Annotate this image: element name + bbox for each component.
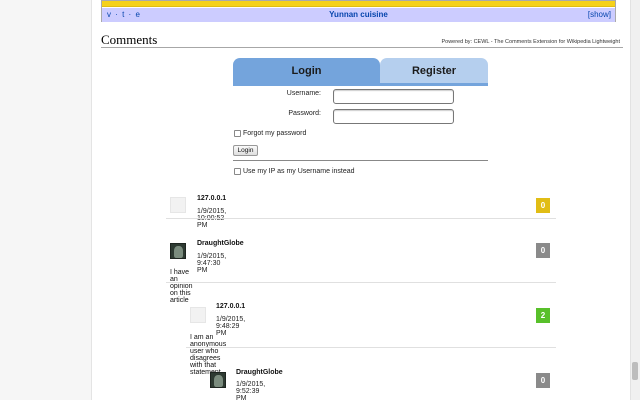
comment-score-badge[interactable]: 2 [536,308,550,323]
comment-score-badge[interactable]: 0 [536,198,550,213]
comment-text: I am an anonymous user who disagrees wit… [190,334,227,376]
comment-author[interactable]: DraughtGlobe [236,369,283,376]
avatar [170,243,186,259]
powered-by-text: Powered by: CEWL - The Comments Extensio… [441,39,620,45]
tab-register[interactable]: Register [380,58,488,84]
tab-login[interactable]: Login [233,58,380,84]
password-input[interactable] [333,109,454,124]
left-sidebar-background [0,0,92,400]
password-label: Password: [288,110,321,117]
forgot-password-checkbox[interactable] [234,130,241,137]
username-label: Username: [286,90,321,97]
use-ip-label[interactable]: Use my IP as my Username instead [243,168,355,175]
comment-timestamp: 1/9/2015, 9:52:39 PM [236,381,266,400]
comment-score-badge[interactable]: 0 [536,243,550,258]
navbox-title-link[interactable]: Yunnan cuisine [102,10,615,19]
comment-divider [186,347,556,348]
sidebar-divider [91,0,92,400]
use-ip-checkbox[interactable] [234,168,241,175]
avatar [190,307,206,323]
avatar-figure [174,246,183,258]
comment-text: I have an opinion on this article [170,269,193,304]
login-button[interactable]: Login [233,145,258,156]
avatar [170,197,186,213]
forgot-password-label[interactable]: Forgot my password [243,130,306,137]
avatar-figure [214,375,223,387]
navbox-show-toggle[interactable]: [show] [588,10,611,19]
comment-author[interactable]: 127.0.0.1 [216,303,245,310]
username-input[interactable] [333,89,454,104]
form-divider [233,160,488,161]
tab-underline [233,83,488,86]
navbox-title-row: v · t · e Yunnan cuisine [show] [102,8,615,22]
heading-divider [101,47,623,48]
navbox: v · t · e Yunnan cuisine [show] [101,0,616,22]
comment-divider [166,218,556,219]
comment-timestamp: 1/9/2015, 9:47:30 PM [197,253,227,274]
comment-author[interactable]: 127.0.0.1 [197,195,226,202]
avatar [210,372,226,388]
comment-divider [166,282,556,283]
comment-score-badge[interactable]: 0 [536,373,550,388]
page-scrollbar[interactable] [630,0,640,400]
navbox-header-row [102,1,615,7]
scrollbar-thumb[interactable] [632,362,638,380]
comments-heading: Comments [101,32,158,47]
comment-author[interactable]: DraughtGlobe [197,240,244,247]
